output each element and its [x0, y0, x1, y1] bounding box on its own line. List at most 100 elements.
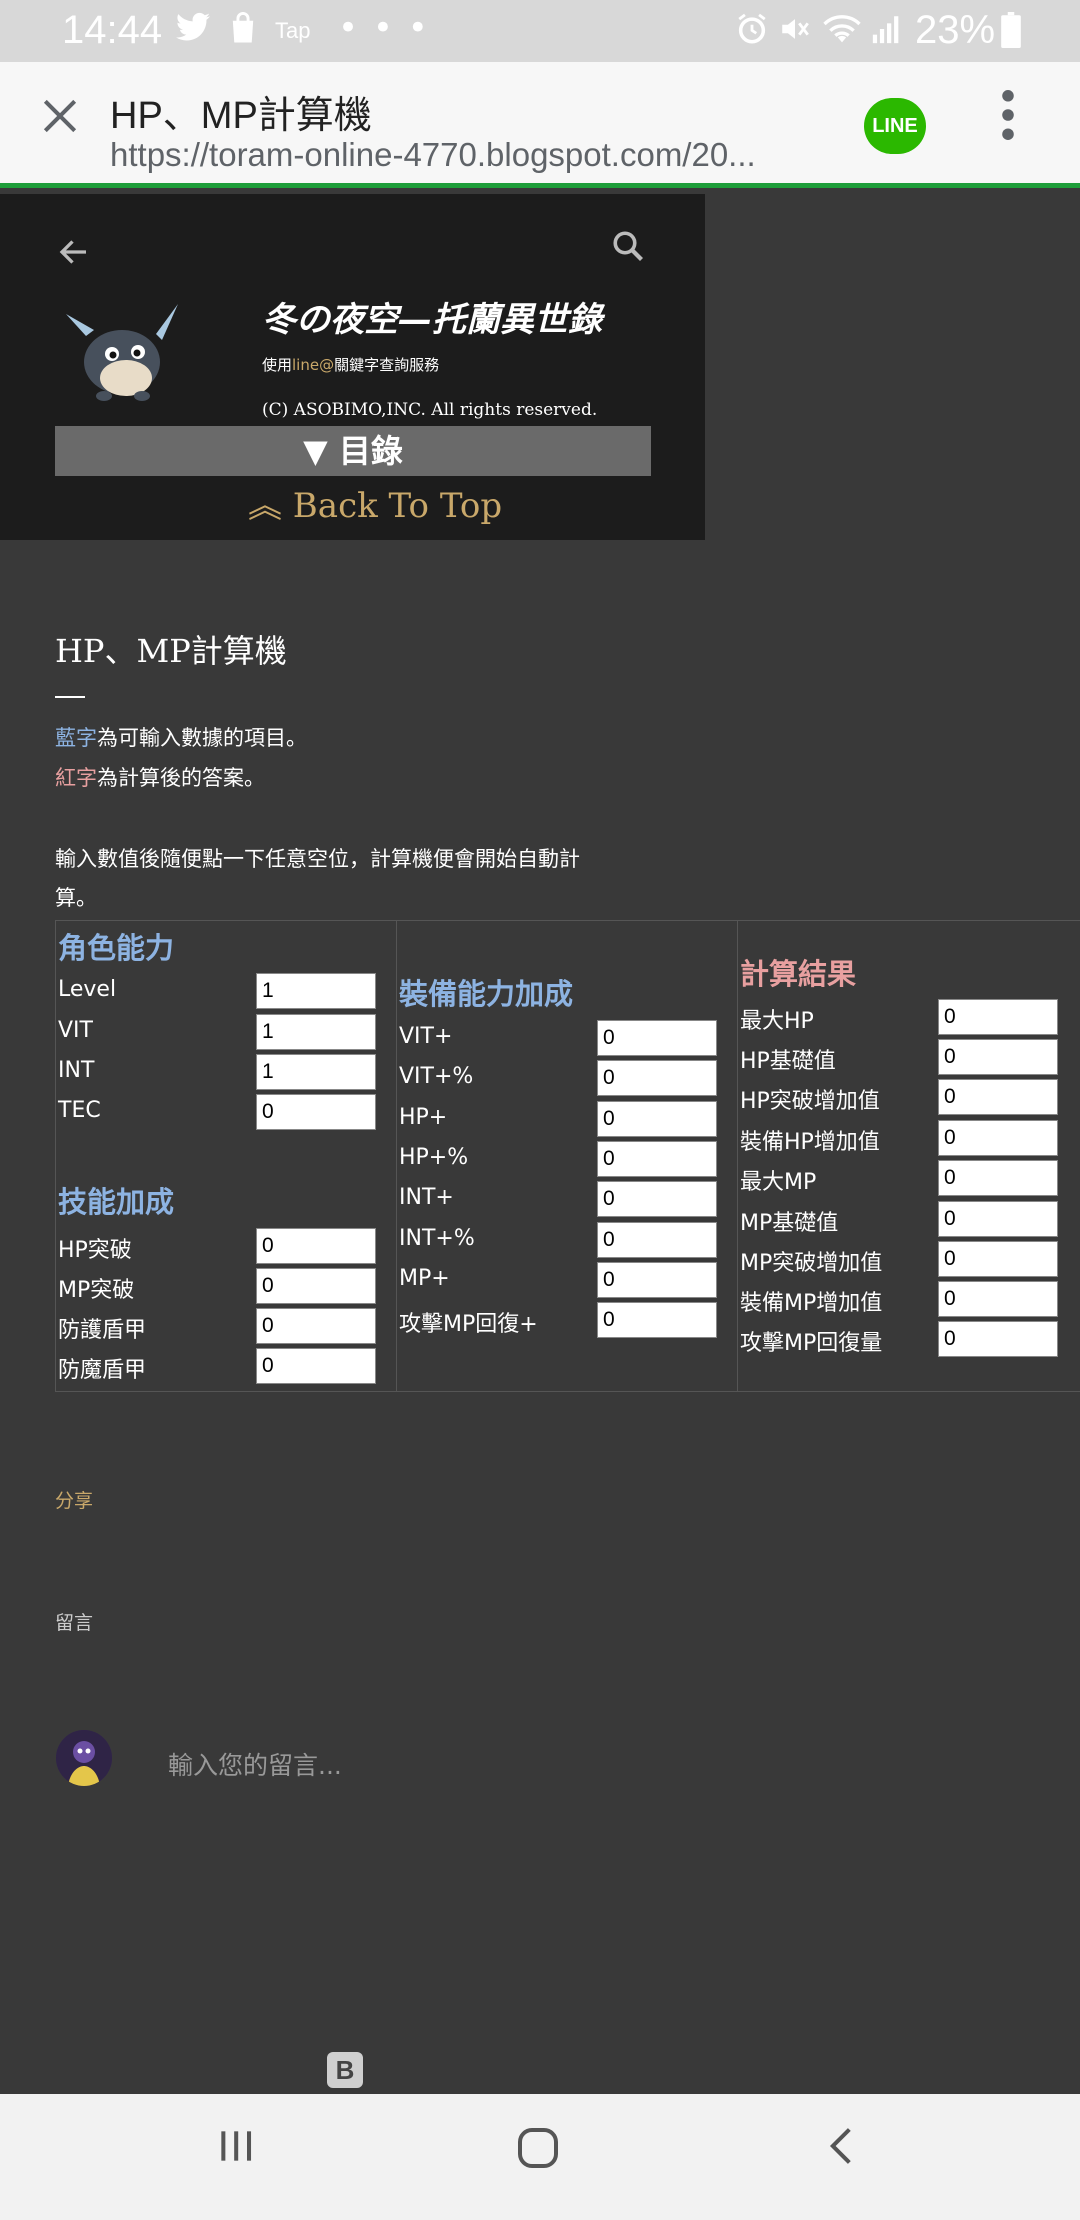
- table-of-contents-button[interactable]: ▼ 目錄: [55, 426, 651, 476]
- equip-mp-gain-output[interactable]: 0: [938, 1281, 1058, 1317]
- status-time: 14:44: [62, 8, 163, 52]
- equip-vit-input[interactable]: 0: [597, 1020, 717, 1056]
- calc-row-hp-break-gain: HP突破增加值 0: [740, 1079, 1070, 1117]
- url-bar[interactable]: https://toram-online-4770.blogspot.com/2…: [110, 136, 830, 174]
- max-mp-output[interactable]: 0: [938, 1160, 1058, 1196]
- close-icon[interactable]: [32, 90, 88, 146]
- more-notifications-icon: • • •: [338, 8, 430, 48]
- equip-hp-pct-input[interactable]: 0: [597, 1141, 717, 1177]
- calc-row-level: Level 1: [58, 973, 388, 1011]
- calc-column-character: 角色能力 Level 1 VIT 1 INT 1 TEC 0 技能加成 HP突破 0 MP…: [56, 921, 397, 1391]
- equip-mp-input[interactable]: 0: [597, 1262, 717, 1298]
- level-input[interactable]: 1: [256, 973, 376, 1009]
- calc-row-equip-hp: HP+ 0: [399, 1101, 729, 1139]
- max-hp-output[interactable]: 0: [938, 999, 1058, 1035]
- calc-row-max-mp: 最大MP 0: [740, 1160, 1070, 1198]
- calc-label: Level: [58, 977, 117, 1002]
- phys-shield-input[interactable]: 0: [256, 1308, 376, 1344]
- calc-label: 最大HP: [740, 1009, 814, 1034]
- calc-label: HP+: [399, 1105, 448, 1130]
- alarm-icon: [735, 12, 769, 54]
- calc-row-equip-mp: MP+ 0: [399, 1262, 729, 1300]
- calc-row-equip-hp-pct: HP+% 0: [399, 1141, 729, 1179]
- calc-label: MP基礎值: [740, 1211, 839, 1236]
- battery-icon: [1000, 12, 1022, 56]
- mute-icon: [778, 12, 812, 54]
- calc-label: MP+: [399, 1266, 450, 1291]
- calc-label: 裝備HP增加值: [740, 1130, 880, 1155]
- instruction-line-1: 輸入數值後隨便點一下任意空位，計算機便會開始自動計: [55, 847, 580, 871]
- calc-row-attack-mp-regen: 攻擊MP回復量 0: [740, 1321, 1070, 1359]
- back-to-top-link[interactable]: ︽ Back To Top: [248, 478, 502, 527]
- calc-label: HP突破增加值: [740, 1089, 880, 1114]
- line-service-note: 使用line@關鍵字查詢服務: [262, 354, 439, 375]
- avatar: [56, 1730, 112, 1786]
- calc-row-max-hp: 最大HP 0: [740, 999, 1070, 1037]
- more-vert-icon[interactable]: [1000, 90, 1016, 140]
- search-icon[interactable]: [610, 228, 646, 274]
- attack-mp-regen-output[interactable]: 0: [938, 1321, 1058, 1357]
- share-link[interactable]: 分享: [55, 1486, 93, 1513]
- hp-break-input[interactable]: 0: [256, 1228, 376, 1264]
- calc-row-int: INT 1: [58, 1054, 388, 1092]
- wifi-icon: [822, 12, 862, 54]
- calc-row-magic-shield: 防魔盾甲 0: [58, 1348, 388, 1386]
- equip-mp-regen-input[interactable]: 0: [597, 1302, 717, 1338]
- calc-label: 防護盾甲: [58, 1318, 147, 1343]
- copyright-note: (C) ASOBIMO,INC. All rights reserved.: [262, 400, 598, 420]
- calc-row-equip-vit: VIT+ 0: [399, 1020, 729, 1058]
- calc-row-equip-vit-pct: VIT+% 0: [399, 1060, 729, 1098]
- equip-int-pct-input[interactable]: 0: [597, 1222, 717, 1258]
- hp-base-output[interactable]: 0: [938, 1039, 1058, 1075]
- calc-label: HP+%: [399, 1145, 469, 1170]
- line-service-suffix: 關鍵字查詢服務: [334, 356, 440, 374]
- hp-break-gain-output[interactable]: 0: [938, 1079, 1058, 1115]
- mp-break-gain-output[interactable]: 0: [938, 1241, 1058, 1277]
- calc-row-hp-base: HP基礎值 0: [740, 1039, 1070, 1077]
- section-heading-skills: 技能加成: [58, 1185, 175, 1219]
- calc-label: INT+%: [399, 1226, 475, 1251]
- section-heading-equipment: 裝備能力加成: [399, 977, 574, 1011]
- calc-label: VIT: [58, 1018, 93, 1043]
- calc-row-mp-base: MP基礎值 0: [740, 1201, 1070, 1239]
- calc-label: MP突破增加值: [740, 1251, 883, 1276]
- recents-icon[interactable]: [214, 2124, 258, 2180]
- back-icon[interactable]: [820, 2124, 864, 2180]
- int-input[interactable]: 1: [256, 1054, 376, 1090]
- instruction-line-2: 算。: [55, 886, 97, 910]
- page-title: HP、MP計算機: [110, 95, 372, 137]
- equip-hp-input[interactable]: 0: [597, 1101, 717, 1137]
- line-service-link[interactable]: line@: [292, 356, 334, 374]
- calc-row-hp-break: HP突破 0: [58, 1228, 388, 1266]
- calc-label: INT: [58, 1058, 95, 1083]
- legend-blue-word: 藍字: [55, 726, 97, 750]
- arrow-back-icon[interactable]: [56, 230, 92, 281]
- calc-label: 攻擊MP回復量: [740, 1331, 883, 1356]
- mp-break-input[interactable]: 0: [256, 1268, 376, 1304]
- comment-input[interactable]: 輸入您的留言...: [168, 1746, 342, 1782]
- title-divider: [55, 696, 85, 698]
- calc-row-mp-break: MP突破 0: [58, 1268, 388, 1306]
- blog-header: 冬の夜空—托蘭異世錄 使用line@關鍵字查詢服務 (C) ASOBIMO,IN…: [0, 194, 705, 540]
- calc-column-equipment: 裝備能力加成 VIT+ 0 VIT+% 0 HP+ 0 HP+% 0 INT+ 0 INT…: [397, 921, 738, 1391]
- blogger-icon[interactable]: B: [327, 2052, 363, 2088]
- vit-input[interactable]: 1: [256, 1014, 376, 1050]
- twitter-icon: [176, 12, 210, 50]
- equip-vit-pct-input[interactable]: 0: [597, 1060, 717, 1096]
- tec-input[interactable]: 0: [256, 1094, 376, 1130]
- calc-row-equip-hp-gain: 裝備HP增加值 0: [740, 1120, 1070, 1158]
- line-share-button[interactable]: LINE: [864, 98, 926, 154]
- signal-icon: [870, 12, 904, 54]
- mp-base-output[interactable]: 0: [938, 1201, 1058, 1237]
- home-icon[interactable]: [514, 2124, 562, 2184]
- blog-title[interactable]: 冬の夜空—托蘭異世錄: [262, 292, 602, 341]
- line-service-prefix: 使用: [262, 356, 293, 374]
- post-title: HP、MP計算機: [55, 632, 287, 670]
- magic-shield-input[interactable]: 0: [256, 1348, 376, 1384]
- tap-app-label: Tap: [275, 18, 311, 43]
- calc-row-mp-break-gain: MP突破增加值 0: [740, 1241, 1070, 1279]
- battery-percent: 23%: [915, 8, 996, 52]
- equip-int-input[interactable]: 0: [597, 1181, 717, 1217]
- calc-row-equip-mp-gain: 裝備MP增加值 0: [740, 1281, 1070, 1319]
- equip-hp-gain-output[interactable]: 0: [938, 1120, 1058, 1156]
